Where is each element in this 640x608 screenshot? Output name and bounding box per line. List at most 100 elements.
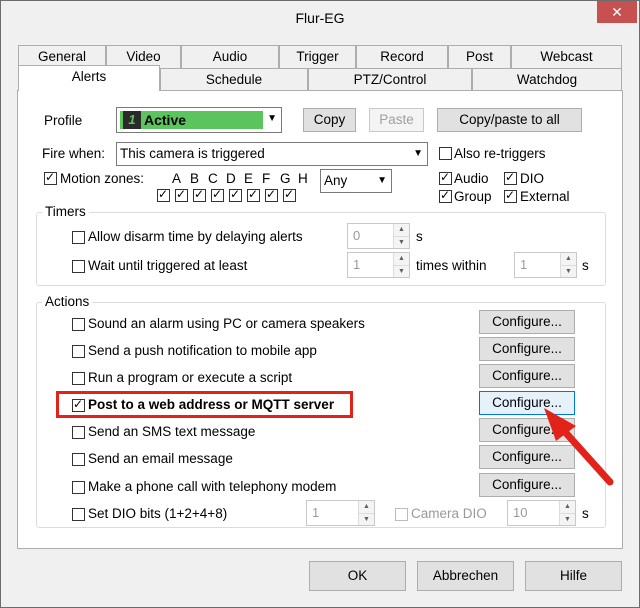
motion-zone-checkbox[interactable] <box>193 187 206 202</box>
within-unit: s <box>582 258 589 273</box>
disarm-unit: s <box>416 229 423 244</box>
configure-button[interactable]: Configure... <box>479 364 575 388</box>
motion-zone-checkbox[interactable] <box>211 187 224 202</box>
disarm-checkbox[interactable] <box>72 231 85 244</box>
profile-select[interactable]: 1 Active ▼ <box>116 107 282 133</box>
motion-zone-checkbox[interactable] <box>247 187 260 202</box>
up-arrow-icon[interactable]: ▲ <box>394 253 409 265</box>
camera-dio-unit: s <box>582 506 589 521</box>
dio-bits-spinner[interactable]: 1 ▲ ▼ <box>306 500 375 526</box>
spinner-buttons[interactable]: ▲ ▼ <box>358 501 374 525</box>
also-retriggers-label: Also re-triggers <box>454 146 546 161</box>
chevron-down-icon[interactable]: ▼ <box>267 113 277 124</box>
configure-button[interactable]: Configure... <box>479 310 575 334</box>
paste-button[interactable]: Paste <box>369 108 424 132</box>
copy-paste-all-button[interactable]: Copy/paste to all <box>437 108 582 132</box>
motion-zone-checkbox[interactable] <box>157 187 170 202</box>
configure-button[interactable]: Configure... <box>479 473 575 497</box>
wait-count-spinner[interactable]: 1 ▲ ▼ <box>347 252 410 278</box>
camera-dio-value: 10 <box>513 505 528 520</box>
motion-mode-select[interactable]: Any ▼ <box>320 169 392 193</box>
fire-when-value: This camera is triggered <box>120 146 265 161</box>
profile-value: Active <box>144 112 187 128</box>
set-dio-label: Set DIO bits (1+2+4+8) <box>88 506 228 521</box>
group-label: Group <box>454 189 492 204</box>
settings-window: Flur-EG ✕ General Video Audio Trigger Re… <box>0 0 640 608</box>
times-within-label: times within <box>416 258 487 273</box>
chevron-down-icon[interactable]: ▼ <box>377 170 387 192</box>
actions-title: Actions <box>42 294 93 309</box>
action-checkbox[interactable] <box>72 345 85 358</box>
camera-dio-spinner[interactable]: 10 ▲ ▼ <box>507 500 576 526</box>
motion-zones-label: Motion zones: <box>60 171 145 186</box>
dio-label: DIO <box>520 171 545 186</box>
disarm-label: Allow disarm time by delaying alerts <box>88 229 303 244</box>
set-dio-checkbox[interactable] <box>72 508 85 521</box>
motion-zones-checkbox[interactable] <box>44 170 57 185</box>
profile-number: 1 <box>123 111 141 129</box>
action-label: Run a program or execute a script <box>88 370 293 385</box>
configure-button[interactable]: Configure... <box>479 418 575 442</box>
timers-title: Timers <box>42 204 89 219</box>
action-checkbox[interactable] <box>72 481 85 494</box>
spinner-buttons[interactable]: ▲ ▼ <box>393 253 409 277</box>
within-value: 1 <box>520 257 528 272</box>
dio-checkbox[interactable] <box>504 170 517 185</box>
camera-dio-checkbox[interactable] <box>395 508 408 521</box>
fire-when-select[interactable]: This camera is triggered ▼ <box>116 142 428 166</box>
motion-zone-label: H <box>298 171 308 186</box>
motion-zone-label: E <box>244 171 254 186</box>
motion-zone-checkbox[interactable] <box>175 187 188 202</box>
up-arrow-icon[interactable]: ▲ <box>359 501 374 513</box>
wait-triggered-label: Wait until triggered at least <box>88 258 248 273</box>
group-checkbox[interactable] <box>439 188 452 203</box>
spinner-buttons[interactable]: ▲ ▼ <box>560 253 576 277</box>
highlight-annotation-box <box>56 391 353 418</box>
motion-zone-label: F <box>262 171 271 186</box>
up-arrow-icon[interactable]: ▲ <box>394 224 409 236</box>
up-arrow-icon[interactable]: ▲ <box>561 253 576 265</box>
motion-zone-label: C <box>208 171 218 186</box>
motion-zone-checkbox[interactable] <box>283 187 296 202</box>
action-checkbox[interactable] <box>72 426 85 439</box>
camera-dio-label: Camera DIO <box>411 506 487 521</box>
fire-when-label: Fire when: <box>42 146 106 161</box>
copy-button[interactable]: Copy <box>303 108 356 132</box>
action-label: Send a push notification to mobile app <box>88 343 317 358</box>
dio-bits-value: 1 <box>312 505 320 520</box>
also-retriggers-checkbox[interactable] <box>439 147 452 160</box>
configure-button[interactable]: Configure... <box>479 337 575 361</box>
wait-triggered-checkbox[interactable] <box>72 260 85 273</box>
configure-button[interactable]: Configure... <box>479 445 575 469</box>
down-arrow-icon[interactable]: ▼ <box>394 265 409 277</box>
within-spinner[interactable]: 1 ▲ ▼ <box>514 252 577 278</box>
audio-checkbox[interactable] <box>439 170 452 185</box>
external-checkbox[interactable] <box>504 188 517 203</box>
audio-label: Audio <box>454 171 489 186</box>
action-label: Make a phone call with telephony modem <box>88 479 337 494</box>
up-arrow-icon[interactable]: ▲ <box>560 501 575 513</box>
down-arrow-icon[interactable]: ▼ <box>561 265 576 277</box>
motion-zone-checkbox[interactable] <box>229 187 242 202</box>
motion-zone-label: A <box>172 171 182 186</box>
down-arrow-icon[interactable]: ▼ <box>359 513 374 525</box>
down-arrow-icon[interactable]: ▼ <box>394 236 409 248</box>
profile-label: Profile <box>44 113 83 128</box>
motion-mode-value: Any <box>324 173 348 188</box>
action-checkbox[interactable] <box>72 372 85 385</box>
motion-zone-checkbox[interactable] <box>265 187 278 202</box>
configure-button[interactable]: Configure... <box>479 391 575 415</box>
disarm-spinner[interactable]: 0 ▲ ▼ <box>347 223 410 249</box>
spinner-buttons[interactable]: ▲ ▼ <box>559 501 575 525</box>
alerts-content: Profile 1 Active ▼ Copy Paste Copy/paste… <box>1 1 640 608</box>
action-label: Send an SMS text message <box>88 424 256 439</box>
motion-zone-label: G <box>280 171 291 186</box>
down-arrow-icon[interactable]: ▼ <box>560 513 575 525</box>
action-label: Send an email message <box>88 451 233 466</box>
chevron-down-icon[interactable]: ▼ <box>413 143 423 165</box>
action-checkbox[interactable] <box>72 453 85 466</box>
spinner-buttons[interactable]: ▲ ▼ <box>393 224 409 248</box>
action-label: Sound an alarm using PC or camera speake… <box>88 316 365 331</box>
action-checkbox[interactable] <box>72 318 85 331</box>
motion-zone-label: B <box>190 171 200 186</box>
